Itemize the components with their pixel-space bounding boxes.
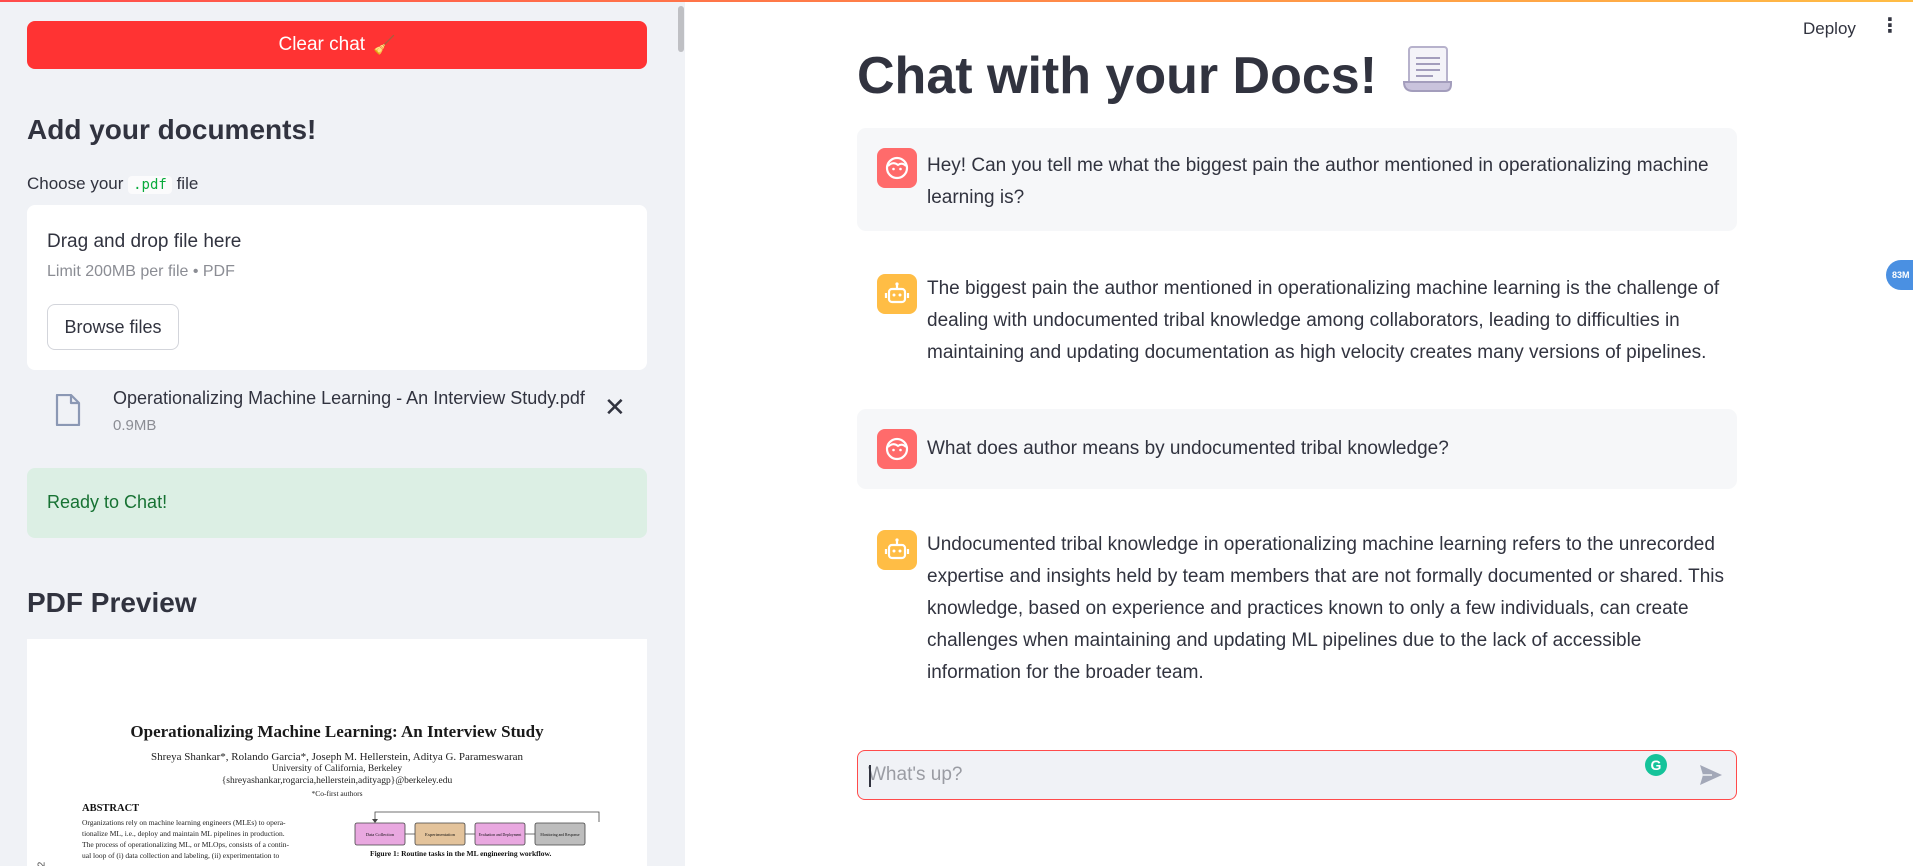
pdf-paper-title: Operationalizing Machine Learning: An In… xyxy=(130,722,544,741)
diagram-label: Monitoring and Response xyxy=(540,833,580,837)
file-icon xyxy=(55,393,81,431)
extension-badge[interactable]: 83M xyxy=(1886,260,1913,290)
uploaded-file-item: Operationalizing Machine Learning - An I… xyxy=(27,380,647,440)
scroll-document-icon xyxy=(1401,44,1453,107)
browse-files-button[interactable]: Browse files xyxy=(47,304,179,350)
grammarly-icon[interactable]: G xyxy=(1645,754,1667,776)
sidebar-scrollbar[interactable] xyxy=(678,6,684,52)
user-avatar xyxy=(877,148,917,188)
pdf-cofirst-note: *Co-first authors xyxy=(311,789,363,798)
diagram-label: Evaluation and Deployment xyxy=(479,833,523,837)
status-alert: Ready to Chat! xyxy=(27,468,647,538)
pdf-preview-frame[interactable]: Operationalizing Machine Learning: An In… xyxy=(27,639,647,866)
send-icon xyxy=(1700,765,1722,785)
chat-input-container[interactable]: G xyxy=(857,750,1737,800)
broom-icon: 🧹 xyxy=(373,34,396,55)
pdf-university: University of California, Berkeley xyxy=(271,764,403,774)
chat-message-user: What does author means by undocumented t… xyxy=(857,409,1737,489)
uploaded-file-size: 0.9MB xyxy=(113,417,157,434)
robot-icon xyxy=(884,282,910,304)
file-uploader-label: Choose your .pdf file xyxy=(27,174,198,194)
pdf-side-label: 2 xyxy=(36,861,48,866)
top-decoration-bar xyxy=(0,0,1913,2)
chat-message-text: What does author means by undocumented t… xyxy=(927,438,1449,459)
pdf-abstract-line: Organizations rely on machine learning e… xyxy=(82,818,286,827)
assistant-avatar xyxy=(877,530,917,570)
page-title: Chat with your Docs! xyxy=(857,44,1453,107)
pdf-figure-caption: Figure 1: Routine tasks in the ML engine… xyxy=(370,849,552,858)
clear-chat-button[interactable]: Clear chat 🧹 xyxy=(27,21,647,69)
choose-suffix: file xyxy=(176,174,199,193)
clear-chat-label: Clear chat xyxy=(278,34,366,55)
chat-message-text: Hey! Can you tell me what the biggest pa… xyxy=(927,155,1709,208)
chat-input[interactable] xyxy=(868,751,1648,799)
pdf-abstract-heading: ABSTRACT xyxy=(82,803,140,814)
pdf-code-chip: .pdf xyxy=(128,176,172,194)
robot-icon xyxy=(884,538,910,560)
deploy-button[interactable]: Deploy xyxy=(1803,19,1856,39)
chat-message-assistant: The biggest pain the author mentioned in… xyxy=(857,256,1737,374)
face-icon xyxy=(885,156,909,180)
chat-message-user: Hey! Can you tell me what the biggest pa… xyxy=(857,128,1737,231)
chat-message-text: Undocumented tribal knowledge in operati… xyxy=(927,534,1724,683)
pdf-abstract-line: tionalize ML, i.e., deploy and maintain … xyxy=(82,829,285,838)
main-menu-icon[interactable]: ⋮ xyxy=(1880,16,1900,36)
sidebar: Clear chat 🧹 Add your documents! Choose … xyxy=(0,0,685,866)
pdf-abstract-text: Organizations rely on machine learning e… xyxy=(82,817,342,861)
pdf-preview-heading: PDF Preview xyxy=(27,587,197,618)
assistant-avatar xyxy=(877,274,917,314)
diagram-label: Data Collection xyxy=(366,832,395,837)
chat-message-text: The biggest pain the author mentioned in… xyxy=(927,278,1720,363)
page-title-text: Chat with your Docs! xyxy=(857,46,1378,105)
dropzone-limit: Limit 200MB per file • PDF xyxy=(47,263,235,280)
text-caret xyxy=(869,765,871,787)
pdf-authors: Shreya Shankar*, Rolando Garcia*, Joseph… xyxy=(150,751,524,763)
send-button[interactable] xyxy=(1698,763,1724,792)
face-icon xyxy=(885,437,909,461)
add-documents-heading: Add your documents! xyxy=(27,114,317,145)
choose-prefix: Choose your xyxy=(27,174,124,193)
remove-file-icon[interactable]: ✕ xyxy=(604,394,626,420)
diagram-label: Experimentation xyxy=(425,832,456,837)
pdf-emails: {shreyashankar,rogarcia,hellerstein,adit… xyxy=(221,776,453,786)
dropzone-title: Drag and drop file here xyxy=(47,231,242,252)
status-text: Ready to Chat! xyxy=(47,492,168,512)
user-avatar xyxy=(877,429,917,469)
chat-message-assistant: Undocumented tribal knowledge in operati… xyxy=(857,513,1737,693)
file-dropzone[interactable]: Drag and drop file here Limit 200MB per … xyxy=(27,205,647,370)
pdf-abstract-line: ual loop of (i) data collection and labe… xyxy=(82,851,280,860)
uploaded-file-name: Operationalizing Machine Learning - An I… xyxy=(113,388,585,408)
pdf-abstract-line: The process of operationalizing ML, or M… xyxy=(82,840,290,849)
